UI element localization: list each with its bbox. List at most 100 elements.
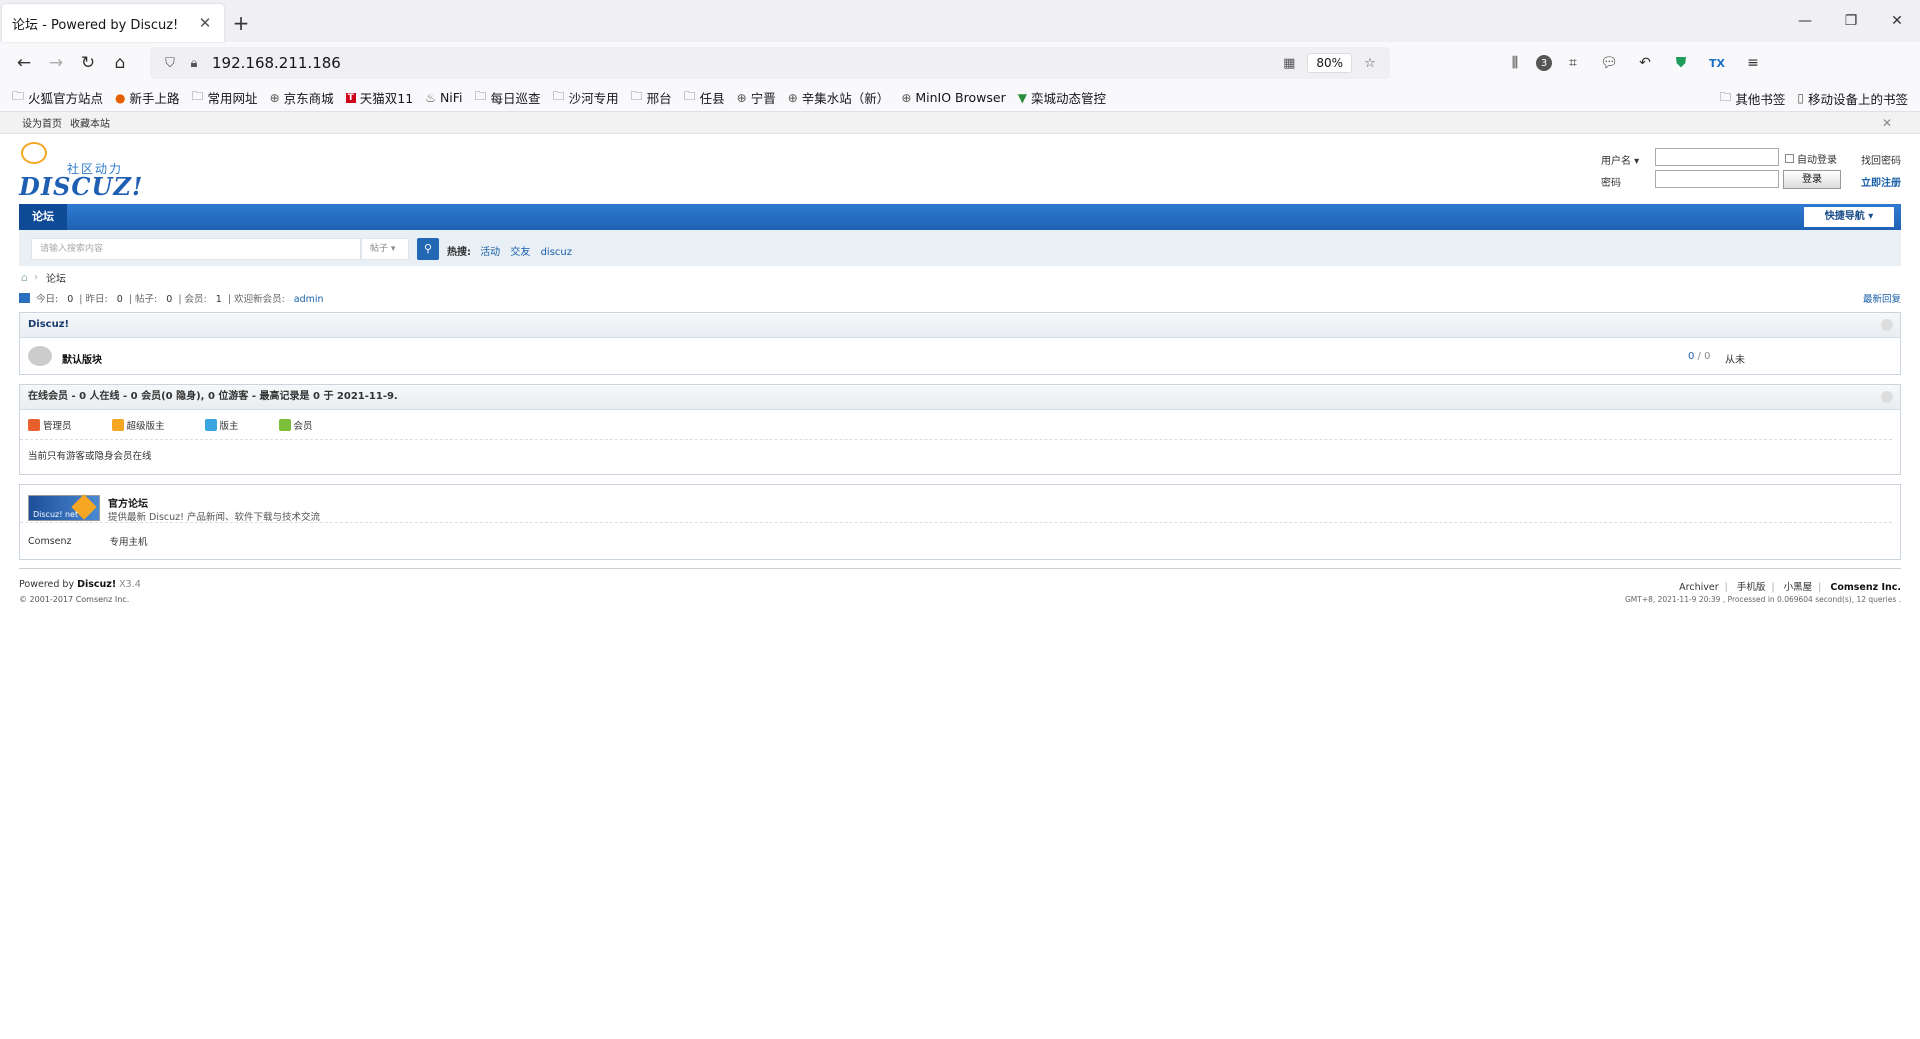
newest-member-link[interactable]: admin bbox=[294, 294, 324, 305]
text-link[interactable]: 专用主机 bbox=[110, 534, 148, 548]
library-icon[interactable]: ⫼ bbox=[1500, 48, 1530, 78]
tx-extension-icon[interactable]: TX bbox=[1702, 48, 1732, 78]
undo-icon[interactable]: ↶ bbox=[1630, 48, 1660, 78]
search-icon[interactable]: ⚲ bbox=[417, 238, 439, 260]
member-legend: 管理员 超级版主 版主 会员 bbox=[20, 410, 1892, 440]
bookmark-item[interactable]: 🗀 每日巡查 bbox=[475, 87, 541, 108]
vue-icon: ▼ bbox=[1017, 90, 1027, 105]
menu-icon[interactable]: ≡ bbox=[1738, 48, 1768, 78]
stat-posts: | 帖子: 0 bbox=[128, 294, 173, 305]
shield-check-icon[interactable]: ⛊ bbox=[1666, 48, 1696, 78]
link-description: 提供最新 Discuz! 产品新闻、软件下载与技术交流 bbox=[108, 512, 320, 523]
search-type-select[interactable]: 帖子 ▾ bbox=[361, 238, 409, 260]
address-bar[interactable]: ⛉ 🔒︎ 192.168.211.186 ▦ 80% ☆ bbox=[150, 47, 1390, 79]
shield-icon[interactable]: ⛉ bbox=[158, 56, 182, 71]
online-box: 在线会员 - 0 人在线 - 0 会员(0 隐身), 0 位游客 - 最高记录是… bbox=[19, 384, 1901, 475]
bookmark-item[interactable]: 🗀 火狐官方站点 bbox=[12, 87, 103, 108]
insecure-lock-icon[interactable]: 🔒︎ bbox=[182, 56, 206, 71]
footer-links: Archiver | 手机版 | 小黑屋 | Comsenz Inc. bbox=[1679, 582, 1901, 593]
auto-login-checkbox[interactable]: 自动登录 bbox=[1785, 151, 1837, 166]
link-name[interactable]: 官方论坛 bbox=[108, 495, 148, 510]
bookmark-star-icon[interactable]: ☆ bbox=[1358, 56, 1382, 71]
category-header: Discuz! bbox=[20, 313, 1900, 338]
search-bar: 请输入搜索内容 帖子 ▾ ⚲ 热搜: 活动 交友 discuz bbox=[19, 230, 1901, 266]
bookmark-item[interactable]: ▼ 栾城动态管控 bbox=[1018, 88, 1106, 107]
stats-chart-icon[interactable] bbox=[19, 293, 30, 303]
bookmark-item[interactable]: 🗀 邢台 bbox=[631, 87, 672, 108]
text-links: Comsenz 专用主机 bbox=[20, 523, 1900, 559]
bookmark-item[interactable]: ● 新手上路 bbox=[115, 88, 180, 107]
discuz-logo[interactable]: 社区动力 DISCUZ! bbox=[19, 142, 142, 201]
extension-badge[interactable]: 3 bbox=[1536, 55, 1552, 71]
bookmark-item[interactable]: ♨ NiFi bbox=[425, 90, 462, 105]
home-icon[interactable]: ⌂ bbox=[104, 47, 136, 79]
latest-replies-link[interactable]: 最新回复 bbox=[1863, 291, 1901, 305]
close-tab-icon[interactable]: ✕ bbox=[196, 14, 214, 32]
reload-icon[interactable]: ↻ bbox=[72, 47, 104, 79]
bookmark-item[interactable]: 🗀 任县 bbox=[684, 87, 725, 108]
site-wrap: 社区动力 DISCUZ! 用户名 ▾ 自动登录 找回密码 密码 登录 立即注册 … bbox=[19, 134, 1901, 608]
nav-forum-tab[interactable]: 论坛 bbox=[19, 204, 67, 230]
set-homepage-link[interactable]: 设为首页 bbox=[22, 115, 62, 130]
bookmark-site-link[interactable]: 收藏本站 bbox=[70, 115, 110, 130]
bookmark-item[interactable]: ⊕ MinIO Browser bbox=[901, 90, 1005, 105]
bookmark-item[interactable]: 🗀 沙河专用 bbox=[553, 87, 619, 108]
friend-links-box: Discuz! net 官方论坛 提供最新 Discuz! 产品新闻、软件下载与… bbox=[19, 484, 1901, 560]
online-header: 在线会员 - 0 人在线 - 0 会员(0 隐身), 0 位游客 - 最高记录是… bbox=[20, 385, 1900, 410]
restore-icon[interactable]: ❐ bbox=[1828, 0, 1874, 42]
new-tab-icon[interactable]: + bbox=[224, 4, 258, 42]
hot-item[interactable]: 交友 bbox=[510, 247, 530, 258]
other-bookmarks[interactable]: 🗀 其他书签 bbox=[1719, 88, 1785, 109]
search-input[interactable]: 请输入搜索内容 bbox=[31, 238, 361, 260]
discuz-net-logo[interactable]: Discuz! net bbox=[28, 494, 100, 521]
close-window-icon[interactable]: ✕ bbox=[1874, 0, 1920, 42]
bookmark-item[interactable]: 🗀 常用网址 bbox=[192, 87, 258, 108]
blacklist-link[interactable]: 小黑屋 bbox=[1784, 582, 1813, 593]
category-title[interactable]: Discuz! bbox=[28, 319, 69, 330]
text-link[interactable]: Comsenz bbox=[28, 536, 72, 547]
globe-icon: ⊕ bbox=[901, 90, 912, 105]
collapse-icon[interactable] bbox=[1881, 319, 1893, 331]
register-link[interactable]: 立即注册 bbox=[1861, 174, 1901, 189]
bookmark-item[interactable]: T 天猫双11 bbox=[345, 88, 413, 107]
browser-tab[interactable]: 论坛 - Powered by Discuz! ✕ bbox=[2, 4, 224, 42]
qr-code-icon[interactable]: ▦ bbox=[1277, 56, 1301, 71]
quick-nav-button[interactable]: 快捷导航 ▾ bbox=[1804, 207, 1894, 227]
mobile-link[interactable]: 手机版 bbox=[1737, 582, 1766, 593]
forward-icon[interactable]: → bbox=[40, 47, 72, 79]
browser-toolbar: ← → ↻ ⌂ ⛉ 🔒︎ 192.168.211.186 ▦ 80% ☆ ⫼ 3… bbox=[0, 42, 1920, 84]
username-input[interactable] bbox=[1655, 148, 1779, 166]
close-strip-icon[interactable]: ✕ bbox=[1882, 116, 1892, 130]
super-moderator-icon bbox=[111, 418, 124, 431]
minimize-icon[interactable]: — bbox=[1782, 0, 1828, 42]
legend-member: 会员 bbox=[278, 418, 333, 432]
hot-item[interactable]: discuz bbox=[541, 247, 572, 258]
hot-item[interactable]: 活动 bbox=[480, 247, 500, 258]
discuz-link[interactable]: Discuz! bbox=[77, 579, 116, 590]
bookmark-item[interactable]: ⊕ 辛集水站（新） bbox=[788, 88, 890, 107]
chat-icon[interactable]: 💬︎ bbox=[1594, 48, 1624, 78]
url-text[interactable]: 192.168.211.186 bbox=[206, 54, 1277, 72]
collapse-icon[interactable] bbox=[1881, 391, 1893, 403]
password-input[interactable] bbox=[1655, 170, 1779, 188]
back-icon[interactable]: ← bbox=[8, 47, 40, 79]
breadcrumb-current[interactable]: 论坛 bbox=[46, 270, 66, 285]
forgot-password-link[interactable]: 找回密码 bbox=[1861, 152, 1901, 167]
home-icon[interactable]: ⌂ bbox=[21, 271, 28, 284]
archiver-link[interactable]: Archiver bbox=[1679, 582, 1718, 593]
bookmark-item[interactable]: ⊕ 宁晋 bbox=[737, 88, 776, 107]
online-title[interactable]: 在线会员 - 0 人在线 - 0 会员(0 隐身), 0 位游客 - 最高记录是… bbox=[28, 391, 398, 402]
crop-icon[interactable]: ⌗ bbox=[1558, 48, 1588, 78]
bookmark-item[interactable]: ⊕ 京东商城 bbox=[270, 88, 334, 107]
top-strip: 设为首页 收藏本站 ✕ bbox=[0, 112, 1920, 134]
username-label[interactable]: 用户名 ▾ bbox=[1601, 152, 1639, 167]
company-link[interactable]: Comsenz Inc. bbox=[1830, 582, 1901, 593]
forum-name[interactable]: 默认版块 bbox=[62, 351, 102, 366]
hot-label: 热搜: bbox=[447, 247, 471, 258]
page-content: 设为首页 收藏本站 ✕ 社区动力 DISCUZ! 用户名 ▾ 自动登录 找回密码… bbox=[0, 112, 1920, 1037]
mobile-bookmarks[interactable]: ▯ 移动设备上的书签 bbox=[1797, 89, 1908, 108]
login-button[interactable]: 登录 bbox=[1783, 170, 1841, 189]
zoom-level[interactable]: 80% bbox=[1307, 53, 1352, 73]
site-header: 社区动力 DISCUZ! 用户名 ▾ 自动登录 找回密码 密码 登录 立即注册 bbox=[19, 134, 1901, 204]
forum-stats: 今日: 0 | 昨日: 0 | 帖子: 0 | 会员: 1 | 欢迎新会员: a… bbox=[19, 288, 1901, 308]
